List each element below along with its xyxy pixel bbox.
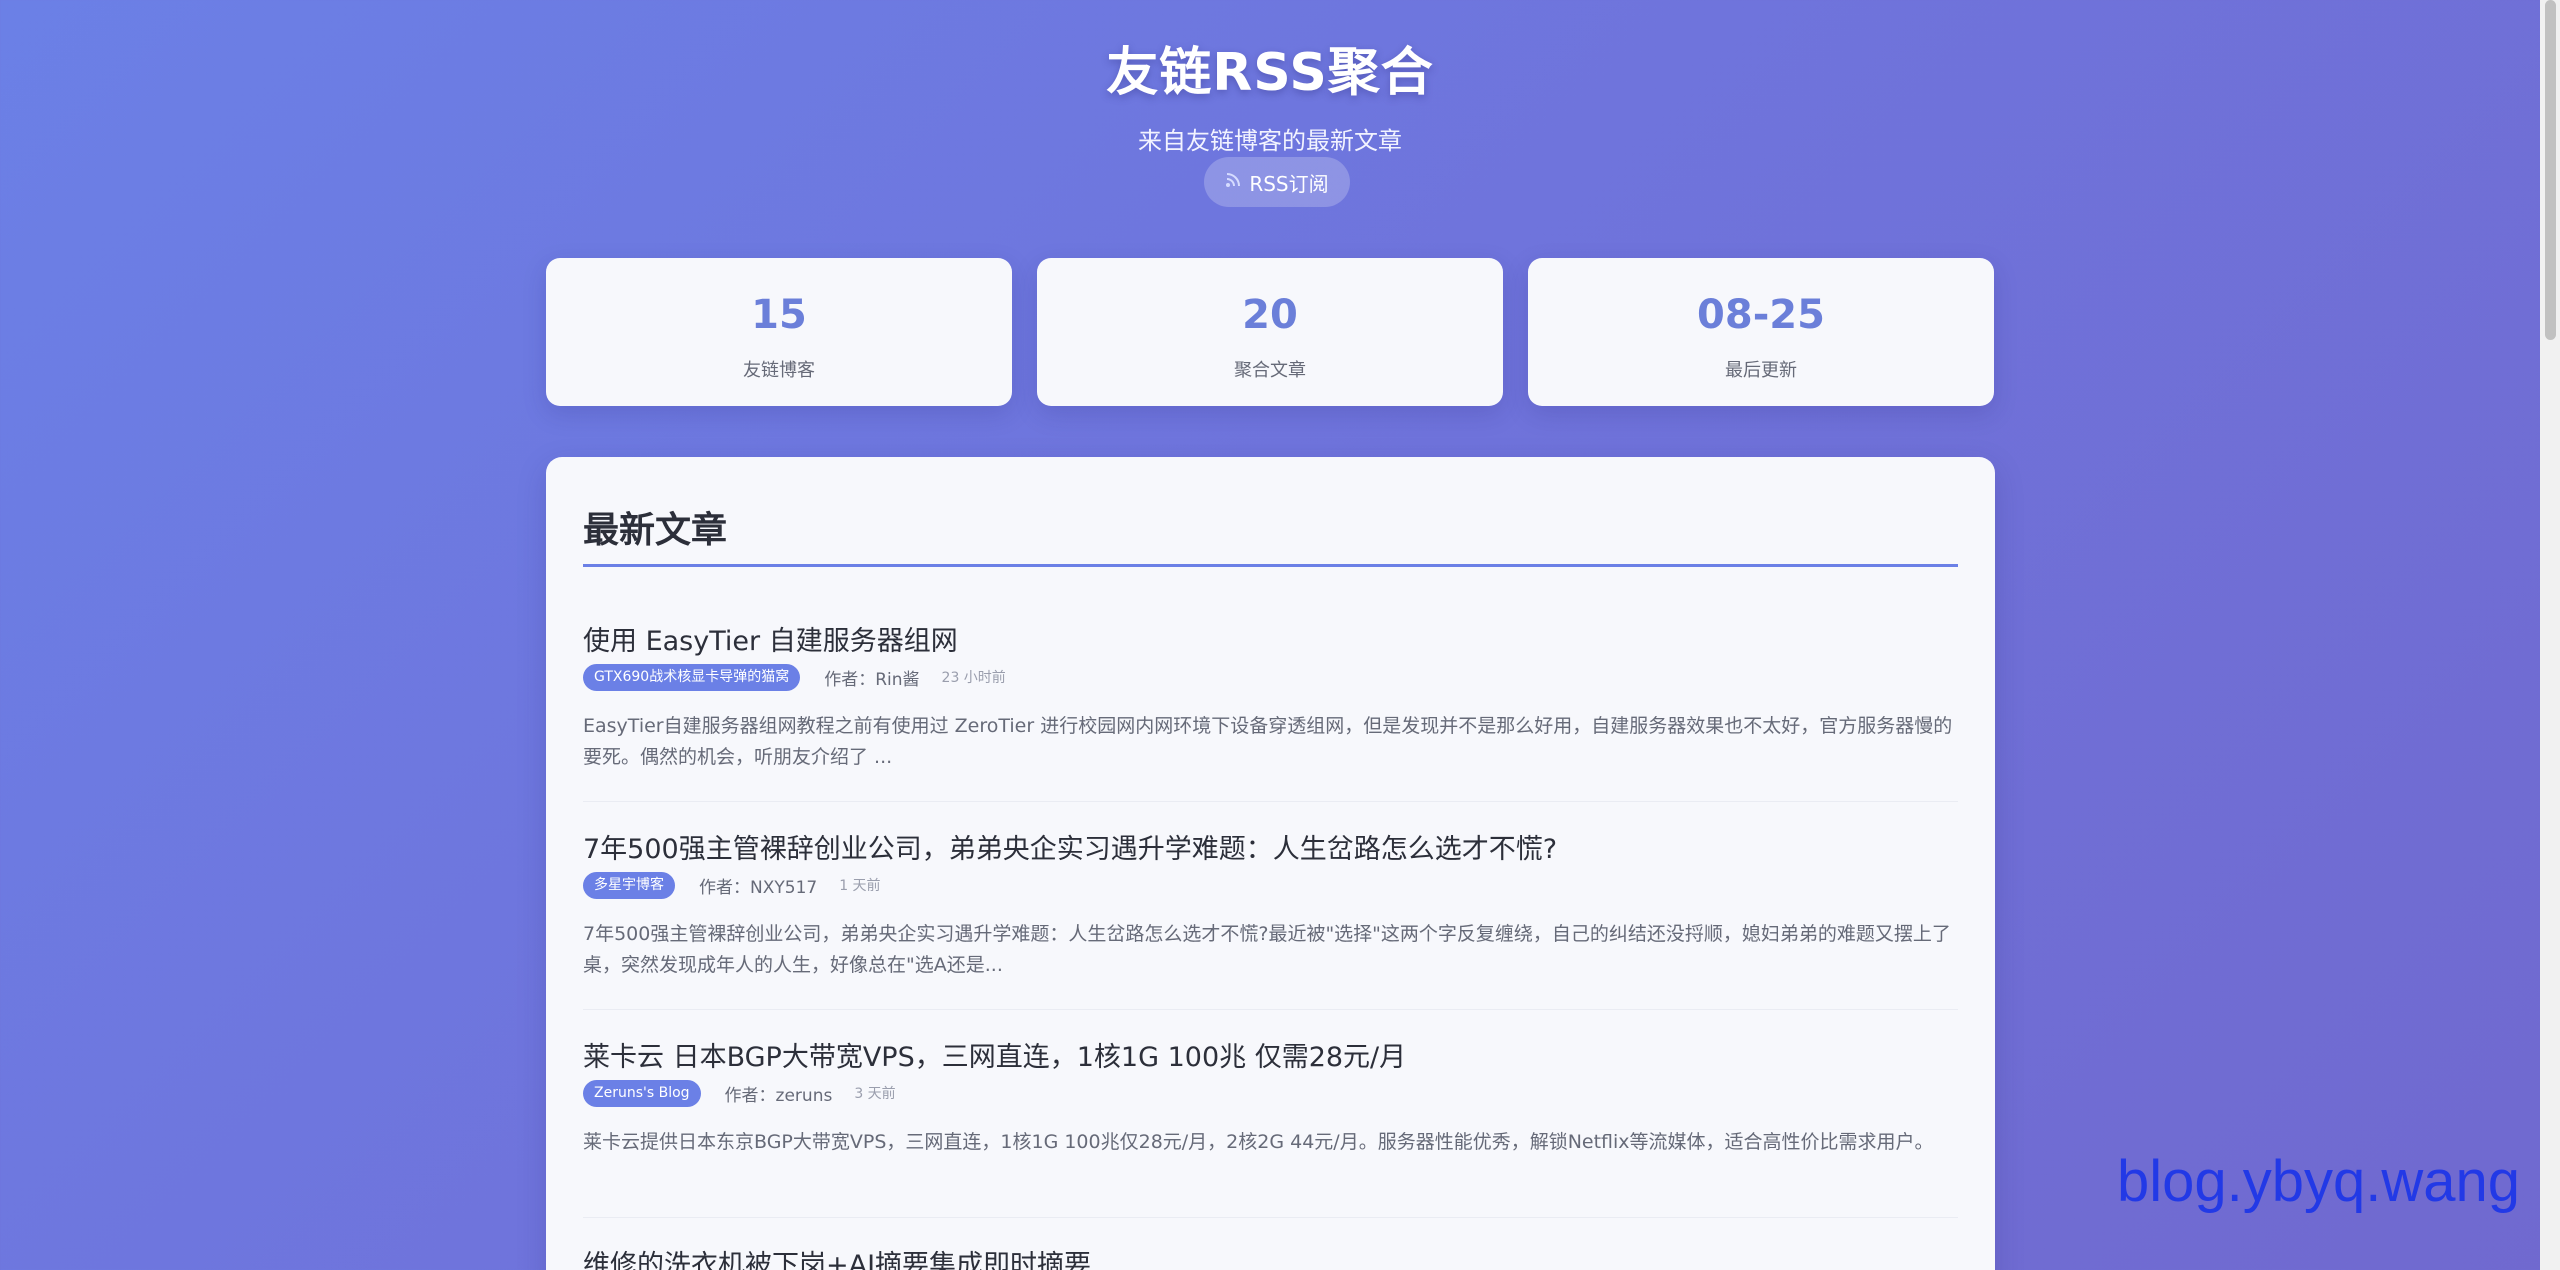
article-divider bbox=[583, 801, 1958, 802]
scrollbar-thumb[interactable] bbox=[2545, 0, 2556, 340]
article-title-link[interactable]: 莱卡云 日本BGP大带宽VPS，三网直连，1核1G 100兆 仅需28元/月 bbox=[583, 1035, 1406, 1074]
article-divider bbox=[583, 1009, 1958, 1010]
rss-icon bbox=[1225, 172, 1241, 192]
article-time: 1 天前 bbox=[839, 878, 881, 894]
page-subtitle: 来自友链博客的最新文章 bbox=[1138, 127, 1402, 155]
stat-card-articles: 20 聚合文章 bbox=[1037, 258, 1503, 406]
article-author: 作者：NXY517 bbox=[699, 877, 818, 898]
stat-label: 最后更新 bbox=[1725, 360, 1797, 381]
stat-value: 20 bbox=[1242, 292, 1298, 338]
rss-subscribe-button[interactable]: RSS订阅 bbox=[1204, 157, 1350, 207]
article-author: 作者：Rin酱 bbox=[824, 669, 920, 690]
article-title-link[interactable]: 维修的洗衣机被下岗+AI摘要集成即时摘要 bbox=[583, 1243, 1091, 1270]
stat-card-last-updated: 08-25 最后更新 bbox=[1528, 258, 1994, 406]
stat-label: 聚合文章 bbox=[1234, 360, 1306, 381]
article-meta: GTX690战术核显卡导弹的猫窝 作者：Rin酱 23 小时前 bbox=[583, 663, 1006, 691]
stat-value: 15 bbox=[751, 292, 807, 338]
article-summary: 7年500强主管裸辞创业公司，弟弟央企实习遇升学难题：人生岔路怎么选才不慌?最近… bbox=[583, 923, 1951, 976]
article-time: 23 小时前 bbox=[941, 670, 1006, 686]
blog-source-badge[interactable]: GTX690战术核显卡导弹的猫窝 bbox=[583, 663, 801, 691]
article-divider bbox=[583, 1217, 1958, 1218]
article-title-link[interactable]: 7年500强主管裸辞创业公司，弟弟央企实习遇升学难题：人生岔路怎么选才不慌? bbox=[583, 827, 1557, 866]
article-title-link[interactable]: 使用 EasyTier 自建服务器组网 bbox=[583, 619, 958, 658]
page-title: 友链RSS聚合 bbox=[1106, 43, 1434, 103]
stat-value: 08-25 bbox=[1697, 292, 1825, 338]
article-summary: 莱卡云提供日本东京BGP大带宽VPS，三网直连，1核1G 100兆仅28元/月，… bbox=[583, 1131, 1934, 1153]
article-author: 作者：zeruns bbox=[724, 1085, 833, 1106]
latest-articles-panel: 最新文章 使用 EasyTier 自建服务器组网 GTX690战术核显卡导弹的猫… bbox=[546, 457, 1995, 1270]
article-meta: Zeruns's Blog 作者：zeruns 3 天前 bbox=[583, 1079, 896, 1107]
section-divider bbox=[583, 564, 1958, 567]
watermark-text: blog.ybyq.wang bbox=[2117, 1149, 2521, 1214]
article-time: 3 天前 bbox=[854, 1086, 896, 1102]
page: 友链RSS聚合 来自友链博客的最新文章 RSS订阅 15 友链博客 20 聚合文… bbox=[0, 0, 2560, 1270]
rss-button-label: RSS订阅 bbox=[1249, 171, 1329, 196]
article-summary: EasyTier自建服务器组网教程之前有使用过 ZeroTier 进行校园网内网… bbox=[583, 715, 1953, 768]
section-title: 最新文章 bbox=[583, 510, 728, 551]
blog-source-badge[interactable]: 多星宇博客 bbox=[583, 871, 675, 899]
stat-label: 友链博客 bbox=[743, 360, 815, 381]
article-meta: 多星宇博客 作者：NXY517 1 天前 bbox=[583, 871, 881, 899]
blog-source-badge[interactable]: Zeruns's Blog bbox=[583, 1079, 701, 1107]
stat-card-blogs: 15 友链博客 bbox=[546, 258, 1012, 406]
